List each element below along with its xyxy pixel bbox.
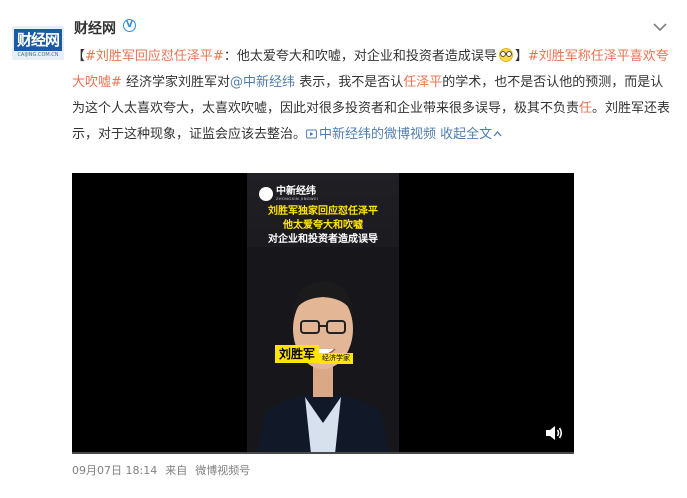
glasses-emoji-icon — [498, 48, 513, 62]
video-caption-line-1: 刘胜军独家回应怼任泽平 — [268, 206, 378, 217]
keyword-highlight-2: 任 — [579, 101, 593, 116]
video-link[interactable]: 中新经纬的微博视频 — [306, 127, 436, 142]
topic-link-1[interactable]: #刘胜军回应怼任泽平# — [85, 49, 224, 64]
speaker-volume-icon[interactable] — [544, 424, 564, 442]
video-progress-bar[interactable] — [72, 452, 574, 454]
chevron-down-icon[interactable] — [653, 22, 667, 32]
video-logo: 中新经纬 ZHONGXIN JINGWEI — [259, 185, 339, 203]
video-caption-line-2: 他太爱夸大和吹嘘 — [283, 220, 363, 231]
post-timestamp[interactable]: 09月07日 18:14 — [72, 464, 157, 477]
collapse-full-text-link[interactable]: 收起全文 — [440, 127, 502, 142]
avatar-logo-subtext: CAIJING.COM.CN — [17, 52, 59, 58]
avatar[interactable]: 财经网 CAIJING.COM.CN — [12, 26, 64, 60]
speaker-portrait-image — [247, 247, 399, 454]
body-text-1: 经济学家刘胜军对 — [121, 75, 231, 90]
post-text: 【#刘胜军回应怼任泽平#：他太爱夸大和吹嘘，对企业和投资者造成误导 】#刘胜军称… — [72, 44, 672, 148]
collapse-label: 收起全文 — [440, 127, 493, 142]
weibo-post-card: 财经网 CAIJING.COM.CN 财经网 V 【#刘胜军回应怼任泽平#：他太… — [0, 0, 687, 498]
speaker-title-tag: 经济学家 — [319, 353, 353, 364]
headline-text: ：他太爱夸大和吹嘘，对企业和投资者造成误导 — [223, 49, 497, 64]
account-name[interactable]: 财经网 — [74, 18, 116, 38]
post-source-link[interactable]: 微博视频号 — [195, 464, 250, 477]
chinanews-logo-icon — [259, 187, 273, 201]
chevron-up-icon — [493, 131, 502, 137]
video-caption-line-3: 对企业和投资者造成误导 — [268, 234, 378, 245]
video-link-icon — [306, 129, 317, 139]
close-bracket: 】 — [514, 49, 528, 64]
verified-badge-icon: V — [123, 19, 136, 32]
speaker-name-tag: 刘胜军 — [275, 345, 320, 363]
post-meta: 09月07日 18:14 来自 微博视频号 — [72, 462, 250, 478]
video-player[interactable]: 中新经纬 ZHONGXIN JINGWEI 刘胜军独家回应怼任泽平 他太爱夸大和… — [72, 173, 574, 454]
from-label: 来自 — [165, 464, 188, 477]
video-link-label: 中新经纬的微博视频 — [319, 127, 437, 142]
open-bracket: 【 — [72, 49, 86, 64]
body-text-2: 表示，我不是否认 — [295, 75, 404, 90]
video-logo-subtext: ZHONGXIN JINGWEI — [276, 197, 319, 201]
mention-link[interactable]: @中新经纬 — [230, 75, 295, 90]
avatar-logo-text: 财经网 — [14, 29, 62, 51]
keyword-highlight-1: 任泽平 — [403, 75, 443, 90]
